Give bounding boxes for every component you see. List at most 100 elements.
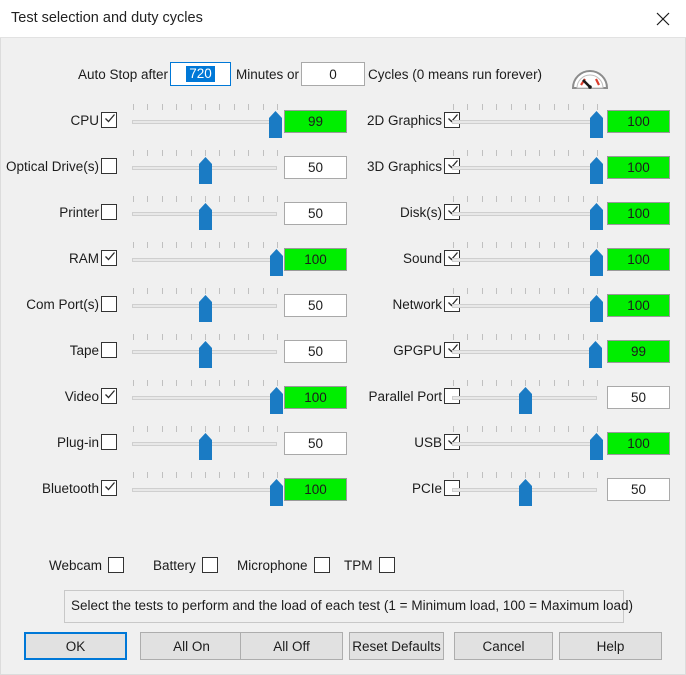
load-value-box[interactable]: 100 [284,248,347,271]
test-label: CPU [70,113,99,128]
load-value-box[interactable]: 100 [607,248,670,271]
test-row: Plug-in 50 [1,422,347,468]
load-value-box[interactable]: 100 [607,294,670,317]
slider-thumb[interactable] [269,387,284,414]
slider-thumb[interactable] [269,479,284,506]
load-value-box[interactable]: 50 [607,478,670,501]
load-value-box[interactable]: 50 [284,156,347,179]
slider-thumb[interactable] [589,433,604,460]
test-checkbox[interactable] [101,112,117,128]
load-slider[interactable] [131,334,279,370]
load-value-box[interactable]: 100 [607,202,670,225]
load-value-box[interactable]: 100 [607,432,670,455]
load-value-box[interactable]: 100 [607,110,670,133]
ok-button[interactable]: OK [24,632,127,660]
slider-thumb[interactable] [198,157,213,184]
slider-ticks [453,150,598,157]
load-slider[interactable] [451,196,603,232]
auto-stop-cycles-input[interactable]: 0 [301,62,365,86]
slider-thumb[interactable] [198,433,213,460]
test-checkbox[interactable] [101,296,117,312]
load-slider[interactable] [131,426,279,462]
load-value-box[interactable]: 50 [607,386,670,409]
load-value-box[interactable]: 100 [284,478,347,501]
slider-thumb[interactable] [589,295,604,322]
load-slider[interactable] [131,472,283,508]
slider-ticks [453,104,598,111]
load-value-box[interactable]: 100 [607,156,670,179]
load-value-box[interactable]: 50 [284,202,347,225]
test-label: Plug-in [56,435,99,450]
test-row: GPGPU 99 [344,330,686,376]
slider-thumb[interactable] [588,341,603,368]
load-value-box[interactable]: 50 [284,432,347,455]
all-off-button[interactable]: All Off [240,632,343,660]
test-label: Sound [402,251,442,266]
slider-thumb[interactable] [589,249,604,276]
load-value-box[interactable]: 50 [284,340,347,363]
load-slider[interactable] [131,150,279,186]
load-slider[interactable] [451,334,602,370]
slider-thumb[interactable] [518,387,533,414]
load-slider[interactable] [451,288,603,324]
auto-stop-minutes-input[interactable]: 720 [170,62,231,86]
slider-thumb[interactable] [269,249,284,276]
load-slider[interactable] [131,196,279,232]
slider-thumb[interactable] [198,203,213,230]
load-slider[interactable] [451,104,603,140]
slider-thumb[interactable] [198,295,213,322]
load-slider[interactable] [131,104,282,140]
load-slider[interactable] [131,288,279,324]
slider-ticks [453,196,598,203]
load-value-text: 100 [627,436,650,451]
all-on-button[interactable]: All On [140,632,243,660]
gauge-icon [569,60,611,92]
button-label: OK [65,638,86,654]
load-slider[interactable] [451,242,603,278]
test-row: Bluetooth 100 [1,468,347,514]
test-label: GPGPU [393,343,442,358]
slider-thumb[interactable] [198,341,213,368]
slider-thumb[interactable] [589,203,604,230]
load-slider[interactable] [131,380,283,416]
load-value-box[interactable]: 50 [284,294,347,317]
test-label: Bluetooth [41,481,99,496]
extra-test-checkbox[interactable] [378,557,395,573]
test-row: Parallel Port 50 [344,376,686,422]
test-row: Sound 100 [344,238,686,284]
load-slider[interactable] [451,380,599,416]
test-checkbox[interactable] [101,434,117,450]
test-checkbox[interactable] [101,250,117,266]
extra-test-checkbox[interactable] [108,557,125,573]
test-checkbox[interactable] [101,158,117,174]
slider-thumb[interactable] [589,157,604,184]
slider-thumb[interactable] [268,111,283,138]
test-row: PCIe 50 [344,468,686,514]
test-row: 3D Graphics 100 [344,146,686,192]
test-checkbox[interactable] [101,388,117,404]
close-icon[interactable] [640,0,686,37]
auto-stop-label-suffix: Cycles (0 means run forever) [368,67,543,82]
test-checkbox[interactable] [101,204,117,220]
extra-test-checkbox[interactable] [201,557,218,573]
slider-thumb[interactable] [518,479,533,506]
load-value-text: 100 [627,114,650,129]
load-slider[interactable] [131,242,283,278]
reset-defaults-button[interactable]: Reset Defaults [349,632,444,660]
cancel-button[interactable]: Cancel [454,632,553,660]
load-value-box[interactable]: 99 [607,340,670,363]
test-row: RAM 100 [1,238,347,284]
load-slider[interactable] [451,426,603,462]
button-label: All On [173,638,210,654]
test-checkbox[interactable] [101,480,117,496]
load-slider[interactable] [451,150,603,186]
extra-test-checkbox[interactable] [313,557,330,573]
load-slider[interactable] [451,472,599,508]
load-value-box[interactable]: 99 [284,110,347,133]
checkmark-icon [103,387,117,401]
help-button[interactable]: Help [559,632,662,660]
test-checkbox[interactable] [101,342,117,358]
extra-test-label: TPM [344,558,373,573]
load-value-box[interactable]: 100 [284,386,347,409]
slider-thumb[interactable] [589,111,604,138]
